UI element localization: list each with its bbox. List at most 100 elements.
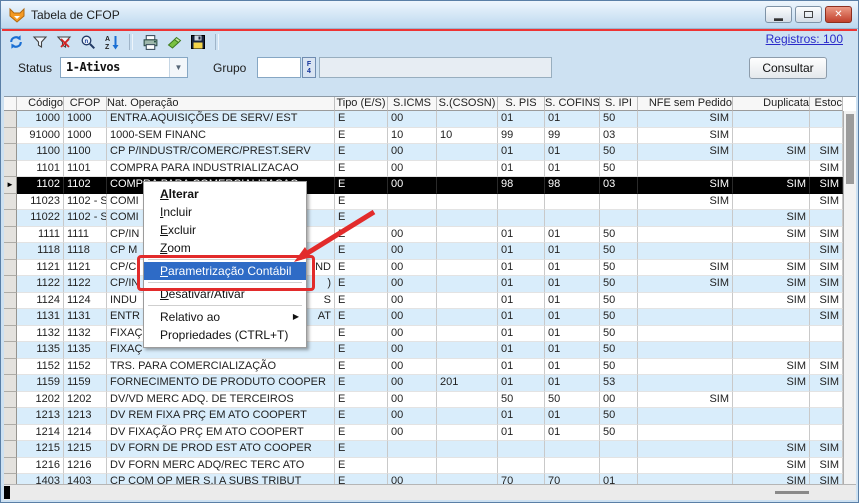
- table-row[interactable]: 11241124INDUSE00010150SIMSIM: [4, 293, 843, 310]
- menu-item-relativo-ao[interactable]: Relativo ao▶: [144, 308, 306, 326]
- table-row[interactable]: 11591159FORNECIMENTO DE PRODUTO COOPERE0…: [4, 375, 843, 392]
- cell-dup: [733, 326, 810, 343]
- column-header-dup[interactable]: Duplicata: [733, 97, 810, 111]
- cell-cfop: 1214: [64, 425, 107, 442]
- consultar-button[interactable]: Consultar: [749, 57, 827, 79]
- chevron-down-icon[interactable]: ▼: [169, 58, 187, 77]
- cell-dup: SIM: [733, 474, 810, 484]
- cell-pis: 01: [498, 260, 545, 277]
- table-row[interactable]: 11311131ENTRATE00010150SIM: [4, 309, 843, 326]
- table-row[interactable]: 12141214DV FIXAÇÃO PRÇ EM ATO COOPERTE00…: [4, 425, 843, 442]
- grupo-input[interactable]: [257, 57, 301, 78]
- sort-icon[interactable]: A Z: [100, 33, 124, 51]
- table-row[interactable]: 9100010001000-SEM FINANCE1010999903SIM: [4, 128, 843, 145]
- column-header-est[interactable]: Estoc: [810, 97, 843, 111]
- cell-ipi: [600, 194, 638, 211]
- column-header-cofins[interactable]: S. COFINS: [545, 97, 600, 111]
- cell-pis: 01: [498, 293, 545, 310]
- cell-csosn: 201: [437, 375, 498, 392]
- table-row[interactable]: 110231102 - SICOMIESIMSIM: [4, 194, 843, 211]
- cell-ipi: 53: [600, 375, 638, 392]
- cell-codigo: 1121: [17, 260, 64, 277]
- row-gutter: [4, 161, 17, 178]
- cell-icms: [388, 194, 437, 211]
- cell-ipi: 50: [600, 227, 638, 244]
- cell-codigo: 1216: [17, 458, 64, 475]
- cell-dup: [733, 342, 810, 359]
- table-header-gutter: [4, 97, 17, 111]
- toolbar-separator: [215, 34, 219, 50]
- table-row[interactable]: 11321132FIXAÇE00010150: [4, 326, 843, 343]
- cell-pis: 01: [498, 243, 545, 260]
- column-header-csosn[interactable]: S.(CSOSN): [437, 97, 498, 111]
- maximize-button[interactable]: [795, 6, 822, 23]
- table-row[interactable]: 11351135FIXAÇE00010150: [4, 342, 843, 359]
- table-row[interactable]: 14031403CP COM OP MER S.I A SUBS TRIBUTE…: [4, 474, 843, 484]
- column-header-cfop[interactable]: CFOP: [64, 97, 107, 111]
- refresh-icon[interactable]: [4, 33, 28, 51]
- column-header-nat[interactable]: Nat. Operação: [107, 97, 335, 111]
- table-row[interactable]: ►11021102COMPRA PARA COMERCIALIZACAOE009…: [4, 177, 843, 194]
- filter-icon[interactable]: [28, 33, 52, 51]
- column-header-pis[interactable]: S. PIS: [498, 97, 545, 111]
- clear-filter-icon[interactable]: [52, 33, 76, 51]
- column-header-icms[interactable]: S.ICMS: [388, 97, 437, 111]
- table-body: 10001000ENTRA.AQUISIÇÕES DE SERV/ ESTE00…: [4, 111, 843, 484]
- cell-nfe: [638, 375, 733, 392]
- column-header-ipi[interactable]: S. IPI: [600, 97, 638, 111]
- column-header-tipo[interactable]: Tipo (E/S): [335, 97, 388, 111]
- svg-text:Z: Z: [105, 44, 110, 50]
- row-gutter: [4, 243, 17, 260]
- cell-cofins: 01: [545, 144, 600, 161]
- table-row[interactable]: 11521152TRS. PARA COMERCIALIZAÇÃOE000101…: [4, 359, 843, 376]
- cell-ipi: 03: [600, 128, 638, 145]
- table-row[interactable]: 11181118CP ME00010150SIM: [4, 243, 843, 260]
- cell-codigo: 11022: [17, 210, 64, 227]
- save-icon[interactable]: [186, 33, 210, 51]
- table-row[interactable]: 11001100CP P/INDUSTR/COMERC/PREST.SERVE0…: [4, 144, 843, 161]
- cell-pis: 01: [498, 161, 545, 178]
- table-row[interactable]: 11211121CP/CNDE00010150SIMSIMSIM: [4, 260, 843, 277]
- nat-text: COMPRA PARA INDUSTRIALIZACAO: [110, 161, 299, 177]
- cell-csosn: [437, 425, 498, 442]
- minimize-button[interactable]: ▬: [765, 6, 792, 23]
- row-gutter: [4, 441, 17, 458]
- horizontal-scrollbar[interactable]: [4, 484, 856, 500]
- cell-ipi: 50: [600, 425, 638, 442]
- registros-link[interactable]: Registros: 100: [766, 32, 843, 46]
- table-row[interactable]: 11011101COMPRA PARA INDUSTRIALIZACAOE000…: [4, 161, 843, 178]
- table-row[interactable]: 12151215DV FORN DE PROD EST ATO COOPERES…: [4, 441, 843, 458]
- table-row[interactable]: 12021202DV/VD MERC ADQ. DE TERCEIROSE005…: [4, 392, 843, 409]
- print-icon[interactable]: [138, 33, 162, 51]
- table-row[interactable]: 10001000ENTRA.AQUISIÇÕES DE SERV/ ESTE00…: [4, 111, 843, 128]
- cell-tipo: E: [335, 309, 388, 326]
- horizontal-scrollbar-thumb[interactable]: [775, 491, 809, 494]
- red-annotation-line: [2, 29, 857, 31]
- vertical-scrollbar-thumb[interactable]: [846, 114, 854, 184]
- table-row[interactable]: 12131213DV REM FIXA PRÇ EM ATO COOPERTE0…: [4, 408, 843, 425]
- table-row[interactable]: 11111111CP/INE00010150SIMSIM: [4, 227, 843, 244]
- eraser-icon[interactable]: [162, 33, 186, 51]
- menu-item-alterar[interactable]: Alterar: [144, 185, 306, 203]
- menu-item-propriedades-ctrl-t[interactable]: Propriedades (CTRL+T): [144, 326, 306, 344]
- column-header-nfe[interactable]: NFE sem Pedido: [638, 97, 733, 111]
- table-row[interactable]: 110221102 - SICOMIESIM: [4, 210, 843, 227]
- zoom-icon[interactable]: n: [76, 33, 100, 51]
- column-header-codigo[interactable]: Código: [17, 97, 64, 111]
- menu-item-excluir[interactable]: Excluir: [144, 221, 306, 239]
- row-gutter: [4, 458, 17, 475]
- cell-pis: 01: [498, 342, 545, 359]
- vertical-scrollbar[interactable]: [843, 111, 856, 484]
- table-row[interactable]: 11221122CP/IN)E00010150SIMSIMSIM: [4, 276, 843, 293]
- menu-item-incluir[interactable]: Incluir: [144, 203, 306, 221]
- cell-pis: 01: [498, 425, 545, 442]
- cell-codigo: 1132: [17, 326, 64, 343]
- table-row[interactable]: 12161216DV FORN MERC ADQ/REC TERC ATOESI…: [4, 458, 843, 475]
- cell-icms: 00: [388, 227, 437, 244]
- status-combobox[interactable]: 1-Ativos ▼: [60, 57, 188, 78]
- close-button[interactable]: ✕: [825, 6, 852, 23]
- f4-lookup-button[interactable]: F 4: [302, 57, 316, 78]
- cell-tipo: E: [335, 392, 388, 409]
- cell-ipi: 50: [600, 326, 638, 343]
- cell-nfe: SIM: [638, 111, 733, 128]
